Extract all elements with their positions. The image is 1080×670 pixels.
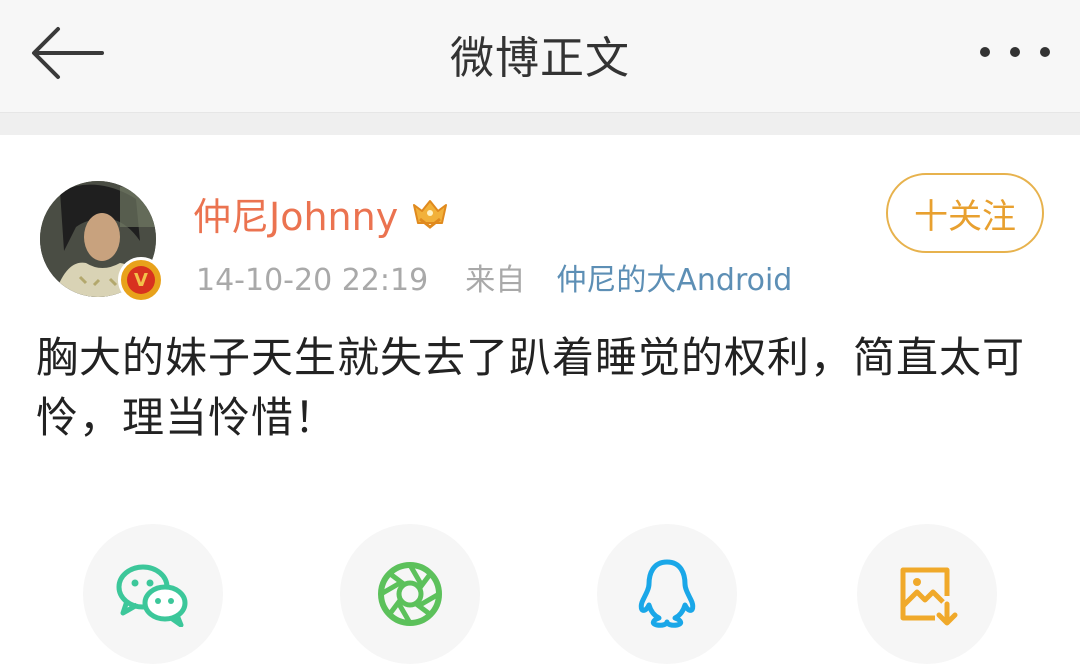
share-moments-button[interactable] <box>340 524 480 664</box>
qq-icon <box>638 559 696 628</box>
section-divider <box>0 113 1080 135</box>
wechat-icon <box>116 564 188 627</box>
share-wechat-button[interactable] <box>83 524 223 664</box>
share-qq-button[interactable] <box>597 524 737 664</box>
save-image-icon <box>900 567 958 626</box>
verified-badge-icon: V <box>118 257 164 303</box>
post-meta: 14-10-20 22:19 来自 仲尼的大Android <box>196 255 792 299</box>
moments-icon <box>378 562 442 626</box>
top-bar: 微博正文 <box>0 0 1080 113</box>
follow-button[interactable]: 十关注 <box>886 173 1044 253</box>
post-timestamp: 14-10-20 22:19 <box>196 263 429 298</box>
post-content: 胸大的妹子天生就失去了趴着睡觉的权利，简直太可怜，理当怜惜！ <box>36 333 1026 442</box>
share-row <box>0 520 1080 670</box>
source-prefix: 来自 <box>465 263 526 298</box>
more-options-button[interactable] <box>970 22 1060 82</box>
vip-crown-icon <box>413 199 448 229</box>
avatar[interactable]: V <box>40 181 164 303</box>
post-source-link[interactable]: 仲尼的大Android <box>556 263 792 298</box>
author-name-text: 仲尼Johnny <box>193 195 399 239</box>
more-dots-icon <box>980 47 1050 57</box>
author-name[interactable]: 仲尼Johnny <box>193 186 450 241</box>
save-image-button[interactable] <box>857 524 997 664</box>
page-title: 微博正文 <box>450 33 630 84</box>
